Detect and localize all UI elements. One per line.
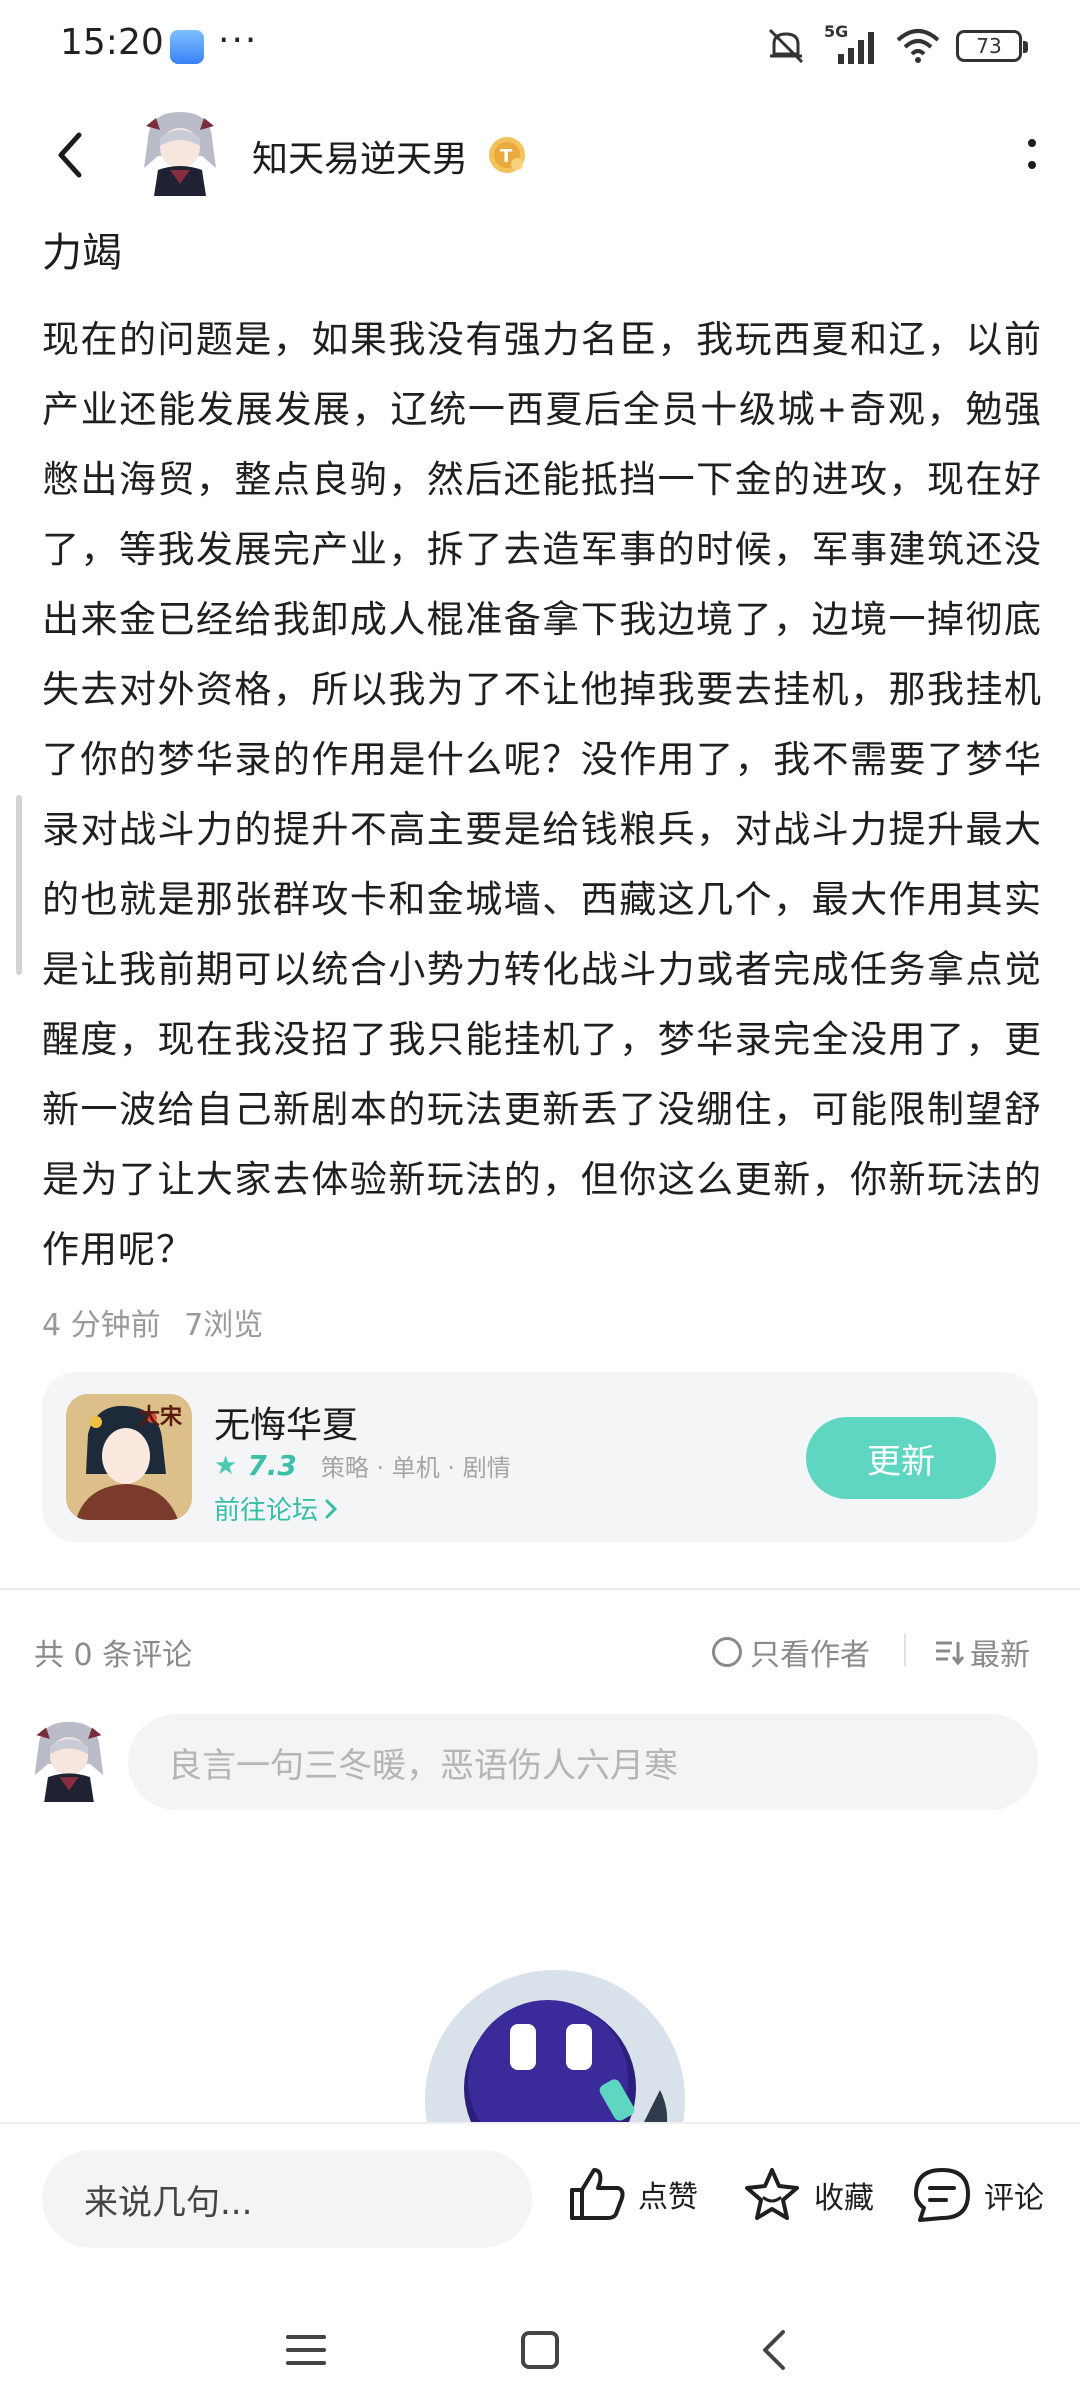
signal-icon: 5G [824, 22, 880, 66]
home-square-icon [521, 2331, 559, 2369]
post-body: 现在的问题是，如果我没有强力名臣，我玩西夏和辽，以前产业还能发展发展，辽统一西夏… [42, 318, 1042, 1271]
post-meta: 4 分钟前 7浏览 [42, 1300, 263, 1344]
weather-app-icon [170, 30, 204, 64]
sort-divider [904, 1634, 906, 1666]
update-button[interactable]: 更新 [806, 1417, 996, 1499]
sort-icon [936, 1641, 964, 1666]
comment-input[interactable]: 良言一句三冬暖，恶语伤人六月寒 [128, 1714, 1038, 1810]
wifi-icon [896, 29, 940, 63]
back-button[interactable] [40, 125, 100, 185]
system-back-button[interactable] [744, 2320, 804, 2380]
game-rating: 7.3 [247, 1449, 297, 1482]
battery-icon: 73 [956, 30, 1028, 62]
empty-comments-mascot [425, 1970, 685, 2130]
home-button[interactable] [510, 2320, 570, 2380]
sort-latest-button[interactable]: 最新 [934, 1630, 1030, 1674]
sort-latest-label: 最新 [970, 1638, 1030, 1673]
battery-level: 73 [976, 34, 1002, 58]
star-outline-icon [745, 2168, 799, 2220]
star-icon: ★ [214, 1450, 238, 1481]
more-options-button[interactable] [1012, 130, 1052, 180]
menu-icon [286, 2335, 326, 2365]
comment-button[interactable]: 评论 [912, 2166, 1044, 2224]
game-icon[interactable]: 大宋 [66, 1394, 192, 1520]
system-nav-bar [0, 2290, 1080, 2400]
favorite-button[interactable]: 收藏 [742, 2166, 874, 2224]
thumbs-up-icon [570, 2168, 625, 2220]
game-card[interactable]: 大宋 无悔华夏 ★ 7.3 策略 · 单机 · 剧情 前往论坛 更新 [42, 1372, 1038, 1542]
chevron-right-icon [325, 1499, 338, 1518]
more-vertical-icon [1028, 139, 1036, 169]
chevron-left-icon [58, 132, 82, 178]
post-header: 知天易逆天男 T [0, 100, 1080, 210]
post-time: 4 分钟前 [42, 1308, 161, 1343]
mute-icon [768, 28, 804, 64]
game-icon-text: 大宋 [138, 1404, 182, 1430]
only-author-label: 只看作者 [750, 1638, 870, 1673]
only-author-toggle[interactable]: 只看作者 [712, 1630, 870, 1674]
author-avatar[interactable] [140, 108, 220, 196]
comments-count: 共 0 条评论 [34, 1638, 193, 1673]
like-label: 点赞 [638, 2180, 698, 2215]
level-badge-icon: T [489, 137, 525, 173]
comment-label: 评论 [984, 2181, 1044, 2216]
quick-comment-input[interactable]: 来说几句... [42, 2150, 532, 2248]
scrollbar[interactable] [16, 795, 22, 975]
game-name[interactable]: 无悔华夏 [214, 1396, 358, 1448]
like-button[interactable]: 点赞 [568, 2166, 698, 2222]
radio-icon [712, 1637, 742, 1667]
post-views: 7浏览 [184, 1308, 264, 1343]
recent-apps-button[interactable] [276, 2320, 336, 2380]
forum-link-label: 前往论坛 [214, 1496, 319, 1526]
favorite-label: 收藏 [814, 2181, 874, 2216]
author-name[interactable]: 知天易逆天男 [252, 130, 468, 182]
status-more-dots: ··· [218, 20, 259, 61]
section-divider [0, 1588, 1080, 1590]
game-rating-row: ★ 7.3 策略 · 单机 · 剧情 [214, 1448, 511, 1483]
forum-link[interactable]: 前往论坛 [214, 1490, 338, 1527]
user-avatar[interactable] [30, 1718, 108, 1802]
comment-bubble-icon [914, 2168, 970, 2222]
post-title: 力竭 [42, 230, 122, 276]
bottom-action-bar: 来说几句... 点赞 收藏 评论 [0, 2122, 1080, 2290]
status-time: 15:20 [60, 22, 164, 63]
game-tags: 策略 · 单机 · 剧情 [320, 1454, 511, 1482]
back-triangle-icon [763, 2330, 785, 2370]
status-bar: 15:20 ··· 5G 73 [0, 0, 1080, 92]
status-indicators: 5G 73 [764, 22, 1028, 66]
